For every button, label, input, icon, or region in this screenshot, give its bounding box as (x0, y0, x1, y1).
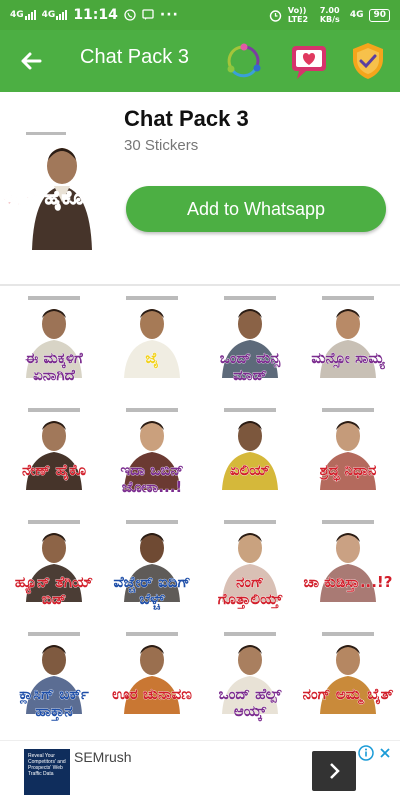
share-circle-icon[interactable] (225, 42, 263, 80)
watermark (126, 408, 178, 412)
sticker-caption: ಹ್ಯೂನ್ ತೆಗಿಯ್ ಬಿಡ್ (14, 573, 94, 608)
add-to-whatsapp-button[interactable]: Add to Whatsapp (126, 186, 386, 232)
volte-indicator: Vo)) LTE2 (287, 6, 309, 24)
sticker-item[interactable]: ಹ್ಯೂನ್ ತೆಗಿಯ್ ಬಿಡ್ (8, 518, 100, 630)
watermark (28, 296, 80, 300)
signal-icon: 4G (42, 10, 68, 20)
net3-label: 4G (349, 10, 364, 20)
sticker-item[interactable]: ಮನ್ಸೋ ಸಾಮ್ಯ (302, 294, 394, 406)
tray-caption: ನೇಣ್ ಹೈಕೊ (2, 187, 84, 210)
sticker-item[interactable]: ಜೈ (106, 294, 198, 406)
watermark (126, 296, 178, 300)
ad-close-icon[interactable] (378, 745, 392, 761)
clock: 11:14 (73, 7, 118, 23)
watermark (322, 296, 374, 300)
sticker-caption: ನಂಗ್ ಗೊತ್ತಾಲಿಯ್ತ್ (217, 573, 283, 608)
alarm-icon (269, 9, 282, 22)
watermark (126, 632, 178, 636)
ad-banner[interactable]: Reveal Your Competitors' and Prospects' … (0, 740, 400, 800)
sticker-caption: ವೆಜ್ಚೇರ್ ಐದಿಗ್ ಬೆಳ್ಚ್ (113, 573, 191, 608)
sticker-item[interactable]: ಒಂದ್ ಮನ್ಸ ಮಾಡ್ (204, 294, 296, 406)
sticker-caption: ಊರ ಚುನಾವಣ (112, 685, 192, 703)
whatsapp-notification-icon (124, 9, 136, 21)
watermark (322, 408, 374, 412)
watermark (224, 408, 276, 412)
sticker-item[interactable]: ವೆಜ್ಚೇರ್ ಐದಿಗ್ ಬೆಳ್ಚ್ (106, 518, 198, 630)
pack-title: Chat Pack 3 (124, 106, 249, 131)
toolbar-title: Chat Pack 3 (80, 46, 189, 68)
watermark (28, 520, 80, 524)
sticker-caption: ಒಂದ್ ಹೆಲ್ಪ್ ಆಯ್ಕ್ (218, 685, 282, 720)
shield-check-icon[interactable] (350, 41, 386, 81)
sticker-item[interactable]: ನಂಗ್ ಅಮ್ಮ ಬೈತ್ (302, 630, 394, 742)
sticker-caption: ಈ ಮಕ್ಕಳಿಗೆ ಏನಾಗಿದೆ (25, 349, 83, 384)
sticker-item[interactable]: ಇದಾ ಒಬಿನ್ ಜೋಕಾ...! (106, 406, 198, 518)
section-divider (0, 284, 400, 286)
watermark (322, 520, 374, 524)
more-dots-icon: ··· (159, 7, 179, 23)
sticker-item[interactable]: ನೇಣ್ ಹೈಕೊ (8, 406, 100, 518)
sticker-caption: ನೇಣ್ ಹೈಕೊ (21, 461, 87, 479)
sticker-count: 30 Stickers (124, 137, 199, 154)
sticker-item[interactable]: ಈ ಮಕ್ಕಳಿಗೆ ಏನಾಗಿದೆ (8, 294, 100, 406)
sticker-caption: ಇದಾ ಒಬಿನ್ ಜೋಕಾ...! (120, 461, 184, 496)
sticker-item[interactable]: ಒಂದ್ ಹೆಲ್ಪ್ ಆಯ್ಕ್ (204, 630, 296, 742)
back-arrow-icon[interactable] (16, 46, 46, 76)
watermark (224, 520, 276, 524)
ad-info-icon[interactable] (358, 745, 374, 761)
pack-header: ನೇಣ್ ಹೈಕೊ Chat Pack 3 30 Stickers Add to… (0, 92, 400, 284)
sticker-grid: ಈ ಮಕ್ಕಳಿಗೆ ಏನಾಗಿದೆ ಜೈ ಒಂದ್ ಮನ್ಸ ಮಾಡ್ ಮನ್ಸೋ … (0, 288, 400, 738)
watermark (26, 132, 66, 135)
net-speed: 7.00 KB/s (319, 6, 340, 24)
watermark (28, 632, 80, 636)
sticker-item[interactable]: ಏಲಿಯ್ (204, 406, 296, 518)
sticker-item[interactable]: ಶ್ರದ್ಧ ನಿಧಾನ (302, 406, 394, 518)
sticker-caption: ಏಲಿಯ್ (229, 461, 271, 479)
watermark (224, 296, 276, 300)
watermark (224, 632, 276, 636)
app-toolbar: Chat Pack 3 (0, 30, 400, 92)
sticker-item[interactable]: ನಂಗ್ ಗೊತ್ತಾಲಿಯ್ತ್ (204, 518, 296, 630)
ad-go-button[interactable] (312, 751, 356, 791)
sms-icon (142, 9, 154, 20)
watermark (126, 520, 178, 524)
sticker-caption: ಒಂದ್ ಮನ್ಸ ಮಾಡ್ (219, 349, 281, 384)
sticker-caption: ಚಾ ಕುಡಿಸ್ತಾ...!? (303, 573, 393, 591)
status-bar: 4G 4G 11:14 ··· Vo)) LTE2 7.00 KB/s 4G 9… (0, 0, 400, 30)
watermark (28, 408, 80, 412)
sticker-caption: ಶ್ರದ್ಧ ನಿಧಾನ (319, 461, 377, 479)
ad-advertiser-name[interactable]: SEMrush (74, 749, 132, 765)
sticker-item[interactable]: ಚಾ ಕುಡಿಸ್ತಾ...!? (302, 518, 394, 630)
sticker-caption: ಜೈ (145, 349, 159, 367)
sticker-item[interactable]: ಕ್ಲಾಸಿಗ್ ಬರ್ಕ್ ಹಾಕ್ತಾನ (8, 630, 100, 742)
sticker-caption: ನಂಗ್ ಅಮ್ಮ ಬೈತ್ (302, 685, 394, 703)
chevron-right-icon (330, 763, 340, 779)
sticker-item[interactable]: ಊರ ಚುನಾವಣ (106, 630, 198, 742)
signal-icon: 4G (10, 10, 36, 20)
ad-thumbnail[interactable]: Reveal Your Competitors' and Prospects' … (24, 749, 70, 795)
heart-chat-icon[interactable] (289, 41, 329, 81)
sticker-caption: ಮನ್ಸೋ ಸಾಮ್ಯ (311, 349, 385, 367)
battery-indicator: 90 (369, 8, 390, 22)
sticker-caption: ಕ್ಲಾಸಿಗ್ ಬರ್ಕ್ ಹಾಕ್ತಾನ (19, 685, 89, 720)
watermark (322, 632, 374, 636)
